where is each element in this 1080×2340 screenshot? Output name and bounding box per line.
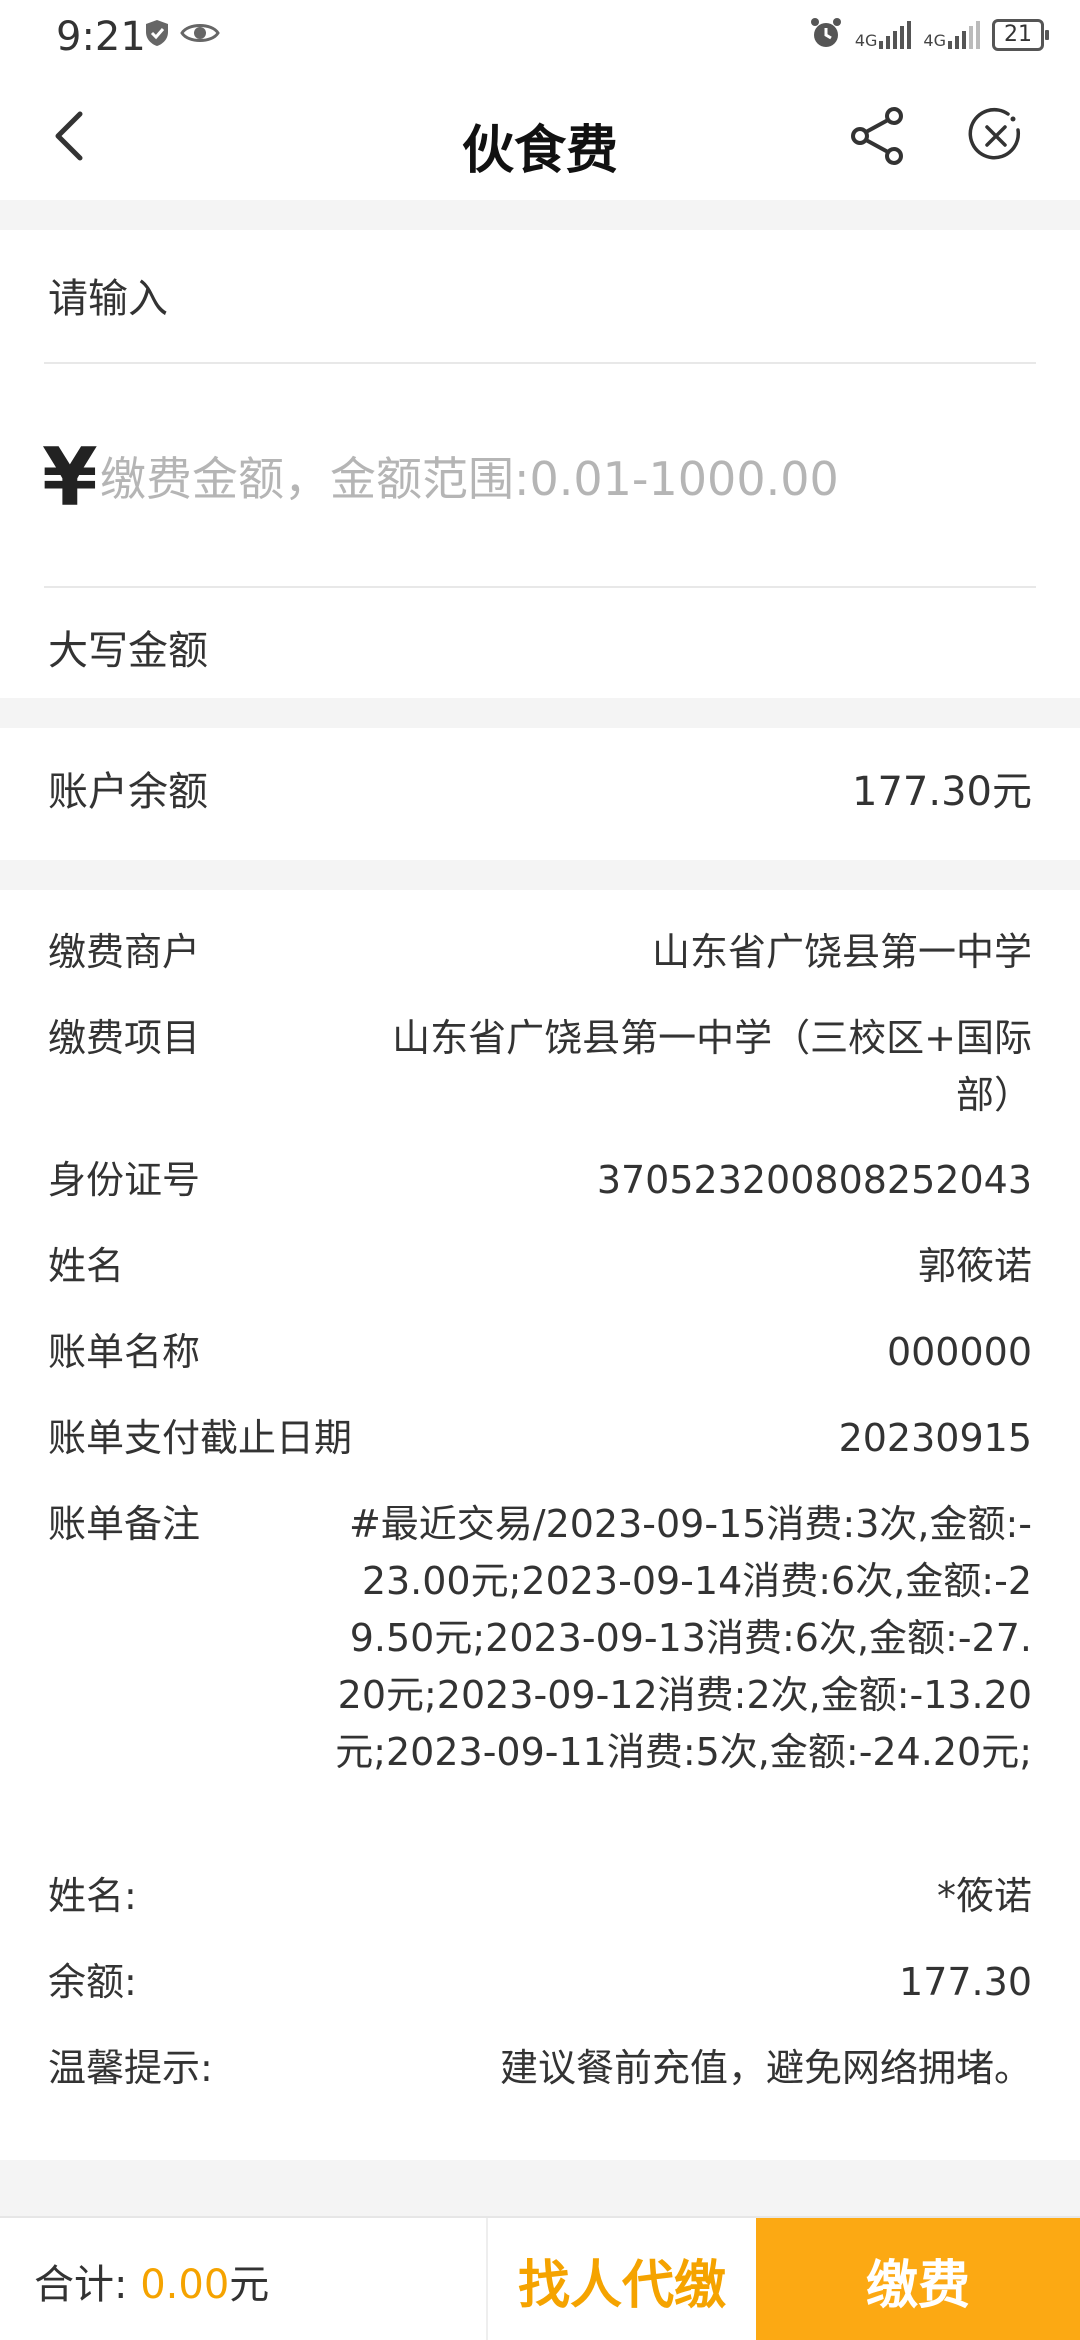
eye-icon	[180, 20, 220, 50]
bottom-action-bar: 合计: 0.00元 找人代缴 缴费	[0, 2216, 1080, 2340]
detail-row-item: 缴费项目 山东省广饶县第一中学（三校区+国际部）	[48, 1016, 1032, 1117]
balance-value: 177.30元	[852, 769, 1032, 815]
detail-row-id-number: 身份证号 370523200808252043	[48, 1158, 1032, 1202]
total-unit: 元	[229, 2262, 270, 2308]
share-icon[interactable]	[846, 104, 910, 168]
detail-row-due-date: 账单支付截止日期 20230915	[48, 1416, 1032, 1460]
nav-bar: 伙食费	[0, 76, 1080, 200]
alarm-icon	[809, 16, 843, 54]
detail-row-bill-name: 账单名称 000000	[48, 1330, 1032, 1374]
total-amount: 合计: 0.00元	[34, 2252, 269, 2310]
divider	[44, 362, 1036, 364]
balance-label: 账户余额	[48, 769, 208, 815]
detail-row-name-masked: 姓名: *筱诺	[48, 1874, 1032, 1918]
divider	[44, 586, 1036, 588]
shield-icon	[144, 18, 170, 52]
proxy-pay-button[interactable]: 找人代缴	[486, 2218, 756, 2340]
bill-details-card: 缴费商户 山东省广饶县第一中学 缴费项目 山东省广饶县第一中学（三校区+国际部）…	[0, 890, 1080, 2160]
signal-icon-2: 4G	[923, 21, 980, 49]
total-label: 合计:	[34, 2262, 128, 2308]
page-title: 伙食费	[461, 121, 618, 181]
pay-button[interactable]: 缴费	[756, 2218, 1080, 2340]
detail-row-name: 姓名 郭筱诺	[48, 1244, 1032, 1288]
status-time: 9:21	[56, 14, 146, 60]
uppercase-amount-label: 大写金额	[48, 628, 208, 674]
input-prompt-label: 请输入	[48, 276, 168, 322]
detail-row-remaining: 余额: 177.30	[48, 1960, 1032, 2004]
balance-card: 账户余额 177.30元	[0, 728, 1080, 860]
amount-input[interactable]	[100, 444, 1030, 514]
yen-icon: ¥	[42, 431, 98, 524]
detail-row-merchant: 缴费商户 山东省广饶县第一中学	[48, 930, 1032, 974]
close-icon[interactable]	[966, 106, 1026, 166]
total-value: 0.00	[140, 2262, 230, 2308]
amount-input-card: 请输入 ¥ 大写金额	[0, 230, 1080, 698]
detail-row-remarks: 账单备注 #最近交易/2023-09-15消费:3次,金额:-23.00元;20…	[48, 1502, 1032, 1774]
status-bar: 9:21 4G 4G 21	[0, 0, 1080, 76]
signal-icon: 4G	[855, 21, 912, 49]
battery-icon: 21	[992, 19, 1049, 51]
detail-row-tip: 温馨提示: 建议餐前充值，避免网络拥堵。	[48, 2046, 1032, 2090]
